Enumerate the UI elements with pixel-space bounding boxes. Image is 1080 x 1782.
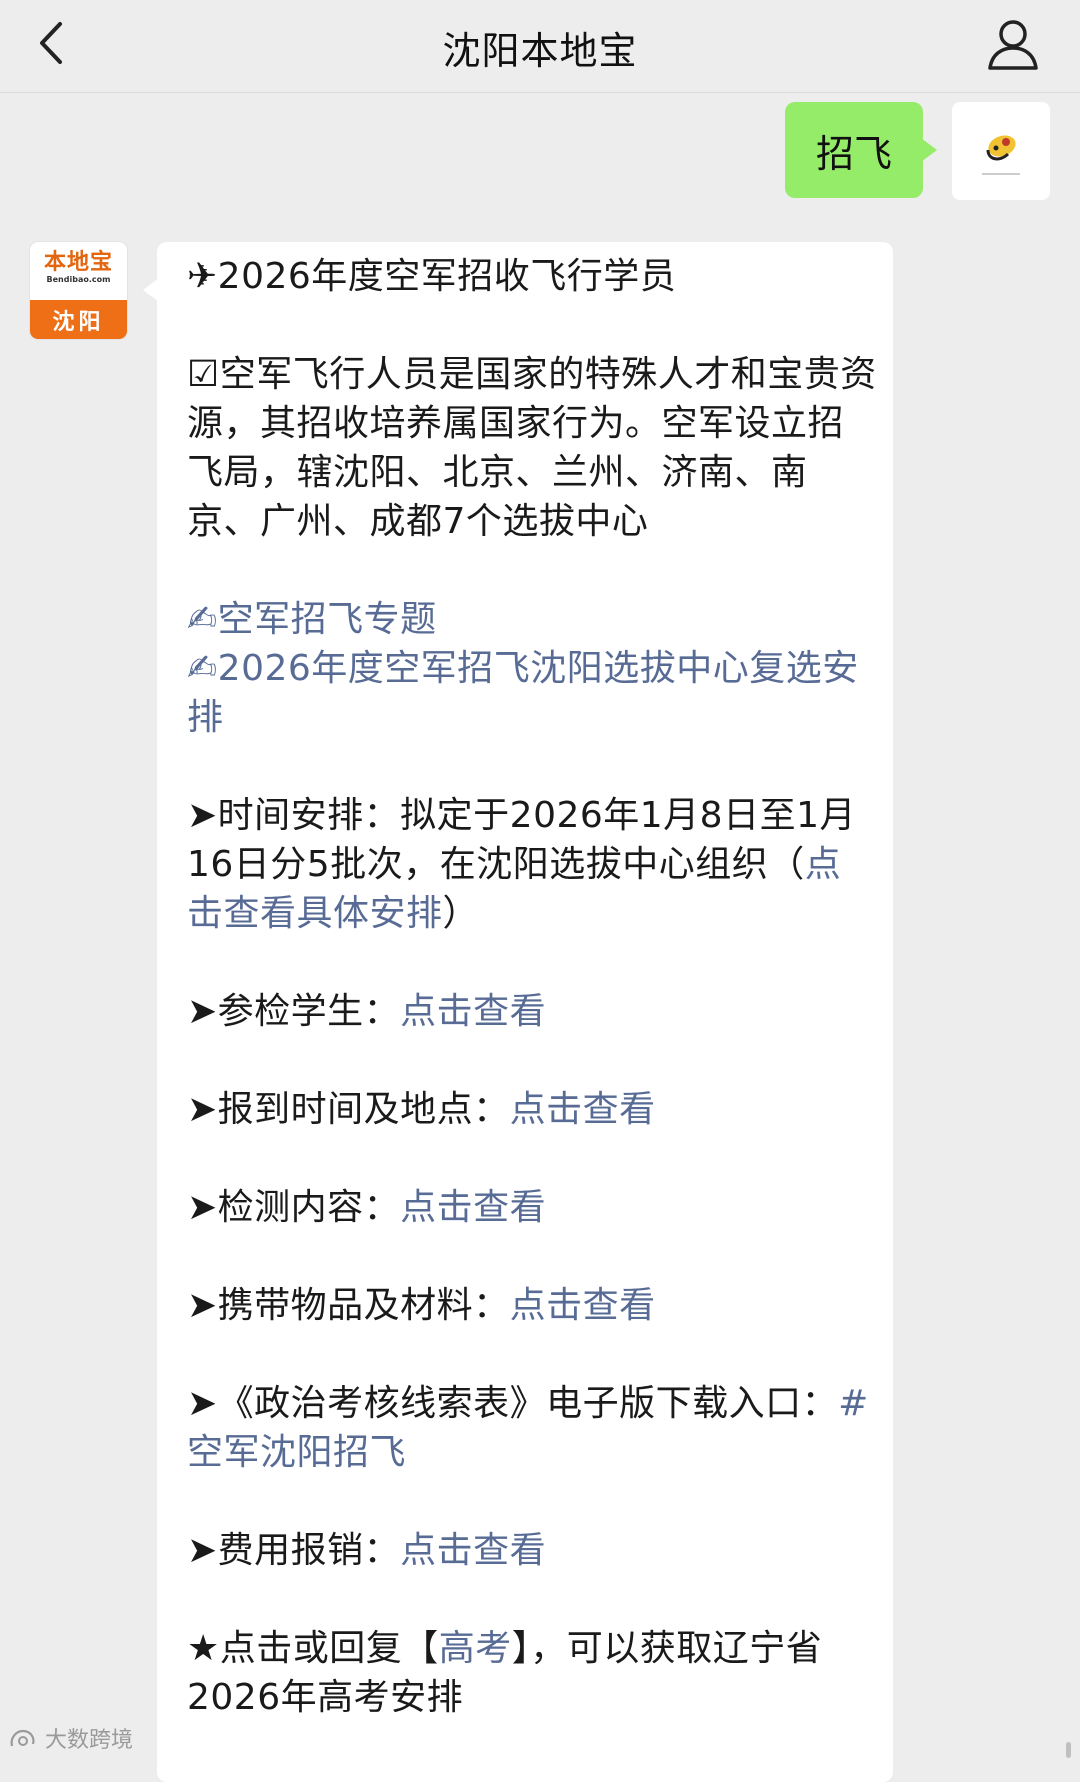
schedule-text: ➤时间安排：拟定于2026年1月8日至1月16日分5批次，在沈阳选拔中心组织（	[187, 795, 856, 885]
item-label: ➤检测内容：	[187, 1187, 401, 1228]
download-line: ➤《政治考核线索表》电子版下载入口：#空军沈阳招飞	[187, 1379, 877, 1477]
list-item: ➤携带物品及材料：点击查看	[187, 1281, 877, 1330]
gaokao-prefix: ★点击或回复【	[187, 1628, 439, 1669]
download-label: ➤《政治考核线索表》电子版下载入口：	[187, 1383, 839, 1424]
account-logo-url: Bendibao.com	[46, 275, 111, 284]
received-message-bubble: ✈2026年度空军招收飞行学员 ☑空军飞行人员是国家的特殊人才和宝贵资源，其招收…	[143, 242, 893, 1782]
sent-message-text: 招飞	[815, 131, 892, 176]
user-avatar-image	[982, 135, 1020, 175]
list-item: ➤参检学生：点击查看	[187, 987, 877, 1036]
link-topic[interactable]: ✍空军招飞专题	[187, 599, 437, 640]
account-city: 沈阳	[30, 300, 127, 339]
scrollbar[interactable]	[1066, 1742, 1071, 1758]
expense-link[interactable]: 点击查看	[400, 1530, 546, 1571]
person-icon	[988, 20, 1038, 70]
item-label: ➤参检学生：	[187, 991, 401, 1032]
watermark-text: 大数跨境	[45, 1728, 134, 1753]
intro-text: ☑空军飞行人员是国家的特殊人才和宝贵资源，其招收培养属国家行为。空军设立招飞局，…	[187, 354, 877, 542]
item-label: ➤报到时间及地点：	[187, 1089, 510, 1130]
sent-message-bubble[interactable]: 招飞	[785, 102, 937, 198]
item-link[interactable]: 点击查看	[510, 1089, 656, 1130]
headline: ✈2026年度空军招收飞行学员	[187, 256, 677, 297]
expense-line: ➤费用报销：点击查看	[187, 1526, 877, 1575]
profile-button[interactable]	[984, 16, 1042, 72]
item-link[interactable]: 点击查看	[400, 1187, 546, 1228]
user-avatar[interactable]	[952, 102, 1050, 200]
list-item: ➤检测内容：点击查看	[187, 1183, 877, 1232]
gaokao-link[interactable]: 高考	[439, 1628, 512, 1669]
expense-label: ➤费用报销：	[187, 1530, 401, 1571]
watermark: 大数跨境	[8, 1722, 133, 1754]
gaokao-line: ★点击或回复【高考】，可以获取辽宁省2026年高考安排	[187, 1624, 877, 1722]
page-title: 沈阳本地宝	[442, 29, 638, 73]
message-content: ✈2026年度空军招收飞行学员 ☑空军飞行人员是国家的特殊人才和宝贵资源，其招收…	[187, 252, 877, 1722]
link-review[interactable]: ✍2026年度空军招飞沈阳选拔中心复选安排	[187, 648, 859, 738]
schedule-close: ）	[442, 893, 480, 934]
account-avatar[interactable]: 本地宝 Bendibao.com 沈阳	[30, 242, 127, 339]
schedule-line: ➤时间安排：拟定于2026年1月8日至1月16日分5批次，在沈阳选拔中心组织（点…	[187, 791, 877, 938]
account-logo-text: 本地宝	[43, 249, 113, 275]
nav-bar: 沈阳本地宝	[0, 0, 1080, 93]
watermark-logo-icon	[10, 1729, 35, 1747]
item-link[interactable]: 点击查看	[400, 991, 546, 1032]
item-label: ➤携带物品及材料：	[187, 1285, 510, 1326]
item-link[interactable]: 点击查看	[510, 1285, 656, 1326]
list-item: ➤报到时间及地点：点击查看	[187, 1085, 877, 1134]
account-logo: 本地宝 Bendibao.com	[30, 242, 127, 300]
